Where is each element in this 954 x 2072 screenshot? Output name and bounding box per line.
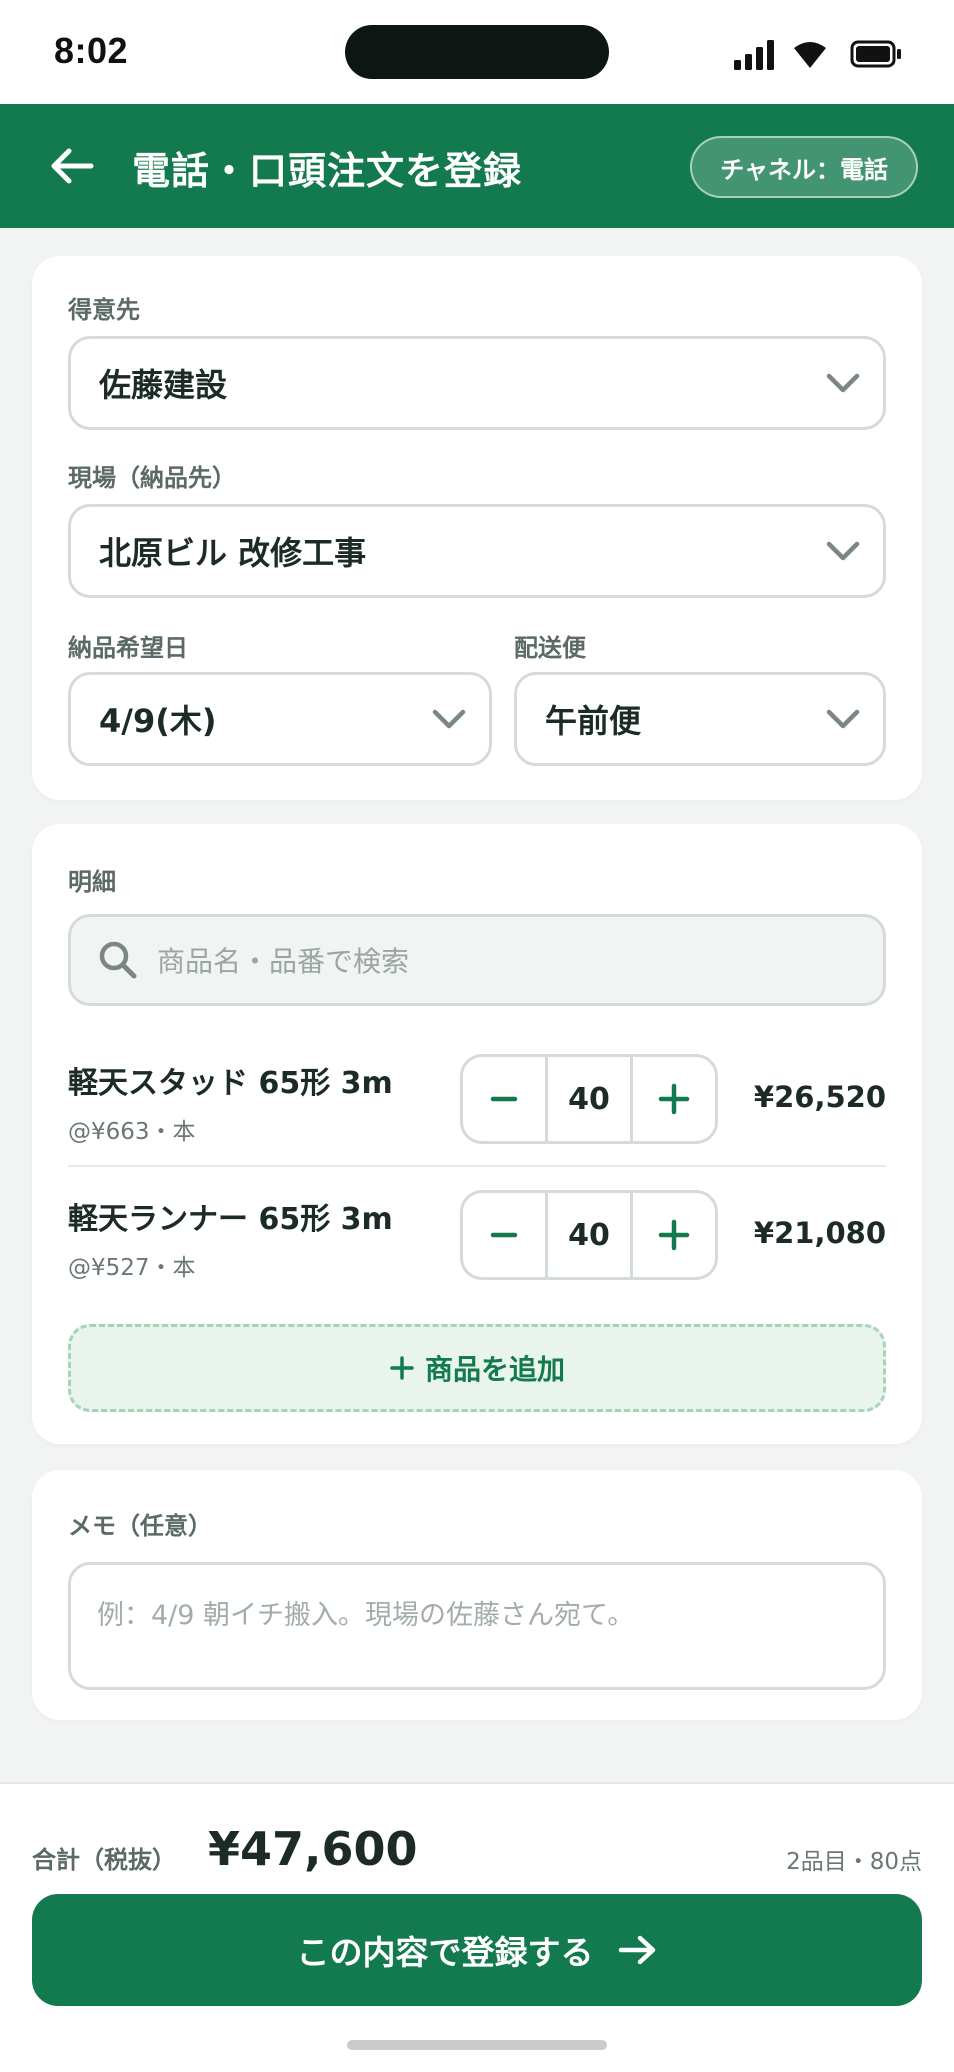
total-value: ¥47,600 xyxy=(208,1822,418,1876)
chevron-down-icon xyxy=(826,541,860,561)
search-icon xyxy=(99,941,137,979)
order-footer: 合計（税抜） ¥47,600 2品目・80点 この内容で登録する xyxy=(0,1782,954,2072)
memo-label: メモ（任意） xyxy=(68,1512,212,1540)
item-count-summary: 2品目・80点 xyxy=(786,1849,922,1875)
product-search xyxy=(68,914,886,1006)
increment-button[interactable] xyxy=(633,1057,715,1141)
arrow-left-icon xyxy=(51,148,94,184)
total-label: 合計（税抜） xyxy=(32,1846,176,1874)
customer-value: 佐藤建設 xyxy=(99,366,228,404)
search-input[interactable] xyxy=(155,929,855,993)
minus-icon xyxy=(490,1096,518,1102)
customer-label: 得意先 xyxy=(68,296,140,324)
line-item: 軽天ランナー 65形 3m @¥527・本 40 ¥21,080 xyxy=(68,1190,886,1326)
status-time: 8:02 xyxy=(54,30,129,71)
plus-icon xyxy=(658,1219,690,1251)
wifi-icon xyxy=(794,42,826,68)
item-unit-price: @¥527・本 xyxy=(68,1255,196,1281)
memo-card: メモ（任意） xyxy=(32,1470,922,1720)
quantity-value[interactable]: 40 xyxy=(545,1057,633,1141)
arrow-right-icon xyxy=(618,1935,655,1965)
channel-badge: チャネル：電話 xyxy=(690,136,918,198)
item-unit-price: @¥663・本 xyxy=(68,1119,196,1145)
decrement-button[interactable] xyxy=(463,1193,545,1277)
quantity-stepper: 40 xyxy=(460,1190,718,1280)
plus-icon xyxy=(390,1356,414,1380)
chevron-down-icon xyxy=(432,709,466,729)
quantity-stepper: 40 xyxy=(460,1054,718,1144)
delivery-date-value: 4/9(木) xyxy=(99,702,217,740)
back-button[interactable] xyxy=(40,134,104,198)
item-amount: ¥21,080 xyxy=(753,1216,886,1250)
line-items-label: 明細 xyxy=(68,868,116,896)
item-name: 軽天スタッド 65形 3m xyxy=(68,1066,393,1101)
item-name: 軽天ランナー 65形 3m xyxy=(68,1202,393,1237)
dynamic-island xyxy=(345,25,609,79)
line-items-card: 明細 軽天スタッド 65形 3m @¥663・本 40 ¥26,520 xyxy=(32,824,922,1444)
signal-icon xyxy=(734,40,774,70)
app-header: 電話・口頭注文を登録 チャネル：電話 xyxy=(0,104,954,228)
minus-icon xyxy=(490,1232,518,1238)
site-select[interactable]: 北原ビル 改修工事 xyxy=(68,504,886,598)
submit-label: この内容で登録する xyxy=(296,1933,594,1972)
decrement-button[interactable] xyxy=(463,1057,545,1141)
add-item-label: 商品を追加 xyxy=(424,1353,565,1386)
submit-button[interactable]: この内容で登録する xyxy=(32,1894,922,2006)
item-divider xyxy=(68,1165,886,1167)
status-icons xyxy=(730,34,920,74)
item-amount: ¥26,520 xyxy=(753,1080,886,1114)
battery-icon xyxy=(850,40,901,68)
quantity-value[interactable]: 40 xyxy=(545,1193,633,1277)
customer-select[interactable]: 佐藤建設 xyxy=(68,336,886,430)
order-info-card: 得意先 佐藤建設 現場（納品先） 北原ビル 改修工事 納品希望日 4/9(木) … xyxy=(32,256,922,800)
site-label: 現場（納品先） xyxy=(68,464,236,492)
chevron-down-icon xyxy=(826,709,860,729)
line-item: 軽天スタッド 65形 3m @¥663・本 40 ¥26,520 xyxy=(68,1054,886,1190)
chevron-down-icon xyxy=(826,373,860,393)
add-item-button[interactable]: 商品を追加 xyxy=(68,1324,886,1412)
delivery-slot-select[interactable]: 午前便 xyxy=(514,672,886,766)
delivery-date-select[interactable]: 4/9(木) xyxy=(68,672,492,766)
home-indicator xyxy=(347,2040,607,2050)
delivery-slot-value: 午前便 xyxy=(545,702,642,740)
plus-icon xyxy=(658,1083,690,1115)
delivery-slot-label: 配送便 xyxy=(514,634,586,662)
status-bar: 8:02 xyxy=(0,0,954,104)
memo-field[interactable] xyxy=(68,1562,886,1690)
increment-button[interactable] xyxy=(633,1193,715,1277)
delivery-date-label: 納品希望日 xyxy=(68,634,188,662)
site-value: 北原ビル 改修工事 xyxy=(99,534,367,572)
page-title: 電話・口頭注文を登録 xyxy=(132,149,523,193)
